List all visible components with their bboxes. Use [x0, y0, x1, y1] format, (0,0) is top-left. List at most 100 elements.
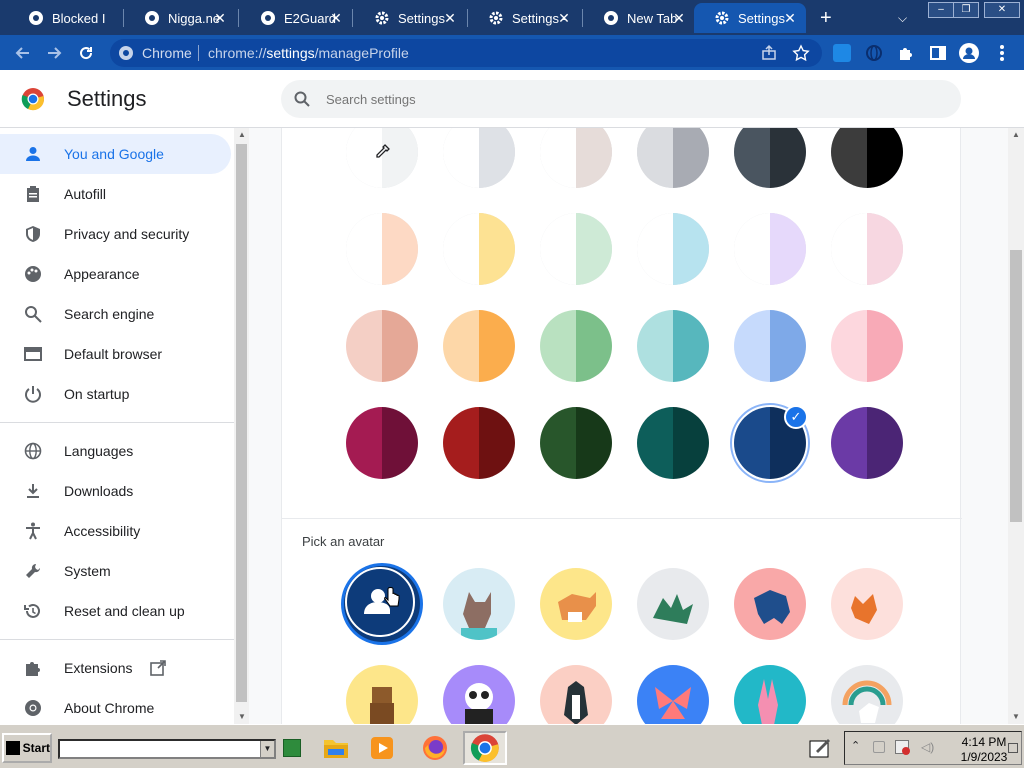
theme-color-cool-grey[interactable]: [637, 128, 709, 188]
minimize-button[interactable]: –: [928, 2, 954, 18]
tray-expand-icon[interactable]: ⌃: [851, 739, 860, 752]
sidebar-item-privacy[interactable]: Privacy and security: [0, 214, 231, 254]
volume-icon[interactable]: ◁): [921, 740, 934, 754]
sidebar-item-languages[interactable]: Languages: [0, 431, 231, 471]
theme-color-dark-green[interactable]: [540, 407, 612, 479]
unicorn-avatar[interactable]: [831, 665, 903, 724]
monkey-avatar[interactable]: [346, 665, 418, 724]
back-button[interactable]: [10, 40, 36, 66]
close-tab-icon[interactable]: ✕: [328, 10, 344, 26]
theme-color-peach[interactable]: [346, 213, 418, 285]
theme-color-pink[interactable]: [831, 310, 903, 382]
custom-avatar[interactable]: [344, 566, 420, 642]
close-tab-icon[interactable]: ✕: [212, 10, 228, 26]
sidebar-item-reset[interactable]: Reset and clean up: [0, 591, 231, 631]
sidebar-item-default-browser[interactable]: Default browser: [0, 334, 231, 374]
taskbar-chrome[interactable]: [463, 731, 507, 765]
scroll-up-arrow-icon[interactable]: ▲: [234, 128, 250, 142]
fox-avatar[interactable]: [831, 568, 903, 640]
maximize-button[interactable]: ❐: [953, 2, 979, 18]
taskbar-notepad[interactable]: [804, 731, 836, 765]
theme-color-slate[interactable]: [734, 128, 806, 188]
taskbar-go-button[interactable]: [280, 731, 304, 765]
theme-color-teal[interactable]: [637, 310, 709, 382]
page-scroll-thumb[interactable]: [1010, 250, 1022, 522]
tray-app-icon[interactable]: [873, 741, 885, 753]
rabbit-avatar[interactable]: [734, 665, 806, 724]
extension-button-2[interactable]: [861, 40, 887, 66]
close-tab-icon[interactable]: ✕: [442, 10, 458, 26]
sidebar-scrollbar[interactable]: ▲ ▼: [234, 128, 249, 724]
cat-avatar[interactable]: [443, 568, 515, 640]
scroll-down-arrow-icon[interactable]: ▼: [1008, 710, 1024, 724]
theme-color-magenta[interactable]: [346, 407, 418, 479]
sidebar-item-about-chrome[interactable]: About Chrome: [0, 688, 231, 724]
search-input[interactable]: [326, 89, 926, 109]
taskbar-media-player[interactable]: [364, 731, 400, 765]
start-button[interactable]: Start: [2, 733, 52, 763]
taskbar-firefox[interactable]: [417, 731, 453, 765]
tab-settings-active[interactable]: Settings ✕: [694, 3, 806, 33]
close-tab-icon[interactable]: ✕: [556, 10, 572, 26]
theme-color-warm-grey[interactable]: [540, 128, 612, 188]
extensions-button[interactable]: [893, 40, 919, 66]
tab-e2guardian[interactable]: E2Guard ✕: [240, 3, 352, 33]
sidebar-item-appearance[interactable]: Appearance: [0, 254, 231, 294]
sidebar-item-autofill[interactable]: Autofill: [0, 174, 231, 214]
elephant-avatar[interactable]: [734, 568, 806, 640]
theme-color-red[interactable]: [443, 407, 515, 479]
panda-avatar[interactable]: [443, 665, 515, 724]
theme-color-green[interactable]: [540, 310, 612, 382]
theme-color-rose[interactable]: [346, 310, 418, 382]
taskbar-file-explorer[interactable]: [318, 731, 354, 765]
reload-button[interactable]: [73, 40, 99, 66]
sidebar-item-accessibility[interactable]: Accessibility: [0, 511, 231, 551]
sidebar-item-extensions[interactable]: Extensions: [0, 648, 231, 688]
tab-settings-2[interactable]: Settings - ✕: [468, 3, 580, 33]
theme-color-purple[interactable]: [831, 407, 903, 479]
profile-button[interactable]: [956, 40, 982, 66]
theme-color-mint[interactable]: [540, 213, 612, 285]
close-tab-icon[interactable]: ✕: [782, 10, 798, 26]
theme-color-orange[interactable]: [443, 310, 515, 382]
tab-nigga-net[interactable]: Nigga.ne ✕: [124, 3, 236, 33]
sidebar-scroll-thumb[interactable]: [236, 144, 247, 702]
dropdown-arrow-icon[interactable]: ▼: [260, 741, 274, 757]
tab-settings-1[interactable]: Settings ✕: [354, 3, 466, 33]
theme-color-yellow[interactable]: [443, 213, 515, 285]
theme-color-black[interactable]: [831, 128, 903, 188]
side-panel-button[interactable]: [925, 40, 951, 66]
scroll-down-arrow-icon[interactable]: ▼: [234, 710, 250, 724]
tab-new-tab[interactable]: New Tab ✕: [583, 3, 695, 33]
theme-color-blush[interactable]: [831, 213, 903, 285]
sidebar-item-downloads[interactable]: Downloads: [0, 471, 231, 511]
taskbar-address-field[interactable]: ▼: [58, 739, 276, 759]
share-icon[interactable]: [760, 44, 778, 67]
menu-button[interactable]: [989, 40, 1015, 66]
page-scrollbar[interactable]: ▲ ▼: [1008, 128, 1024, 724]
address-bar[interactable]: Chrome chrome://settings/manageProfile: [110, 39, 822, 67]
theme-color-lavender[interactable]: [734, 213, 806, 285]
sidebar-item-system[interactable]: System: [0, 551, 231, 591]
penguin-avatar[interactable]: [540, 665, 612, 724]
settings-search-box[interactable]: [281, 80, 961, 118]
sidebar-item-you-and-google[interactable]: You and Google: [0, 134, 231, 174]
tab-search-button[interactable]: ⌵: [890, 3, 920, 33]
close-window-button[interactable]: ✕: [984, 2, 1020, 18]
notifications-icon[interactable]: [1008, 743, 1018, 753]
bookmark-star-icon[interactable]: [792, 44, 810, 67]
extension-button-1[interactable]: [829, 40, 855, 66]
sidebar-item-on-startup[interactable]: On startup: [0, 374, 231, 414]
theme-color-sky[interactable]: [637, 213, 709, 285]
sidebar-item-search-engine[interactable]: Search engine: [0, 294, 231, 334]
theme-color-blue[interactable]: [734, 310, 806, 382]
theme-color-dark-teal[interactable]: [637, 407, 709, 479]
corgi-avatar[interactable]: [540, 568, 612, 640]
tab-blocked[interactable]: Blocked I: [8, 3, 120, 33]
new-tab-button[interactable]: +: [812, 3, 842, 33]
close-tab-icon[interactable]: ✕: [671, 10, 687, 26]
dragon-avatar[interactable]: [637, 568, 709, 640]
scroll-up-arrow-icon[interactable]: ▲: [1008, 128, 1024, 142]
forward-button[interactable]: [41, 40, 67, 66]
theme-color-default-grey[interactable]: [443, 128, 515, 188]
